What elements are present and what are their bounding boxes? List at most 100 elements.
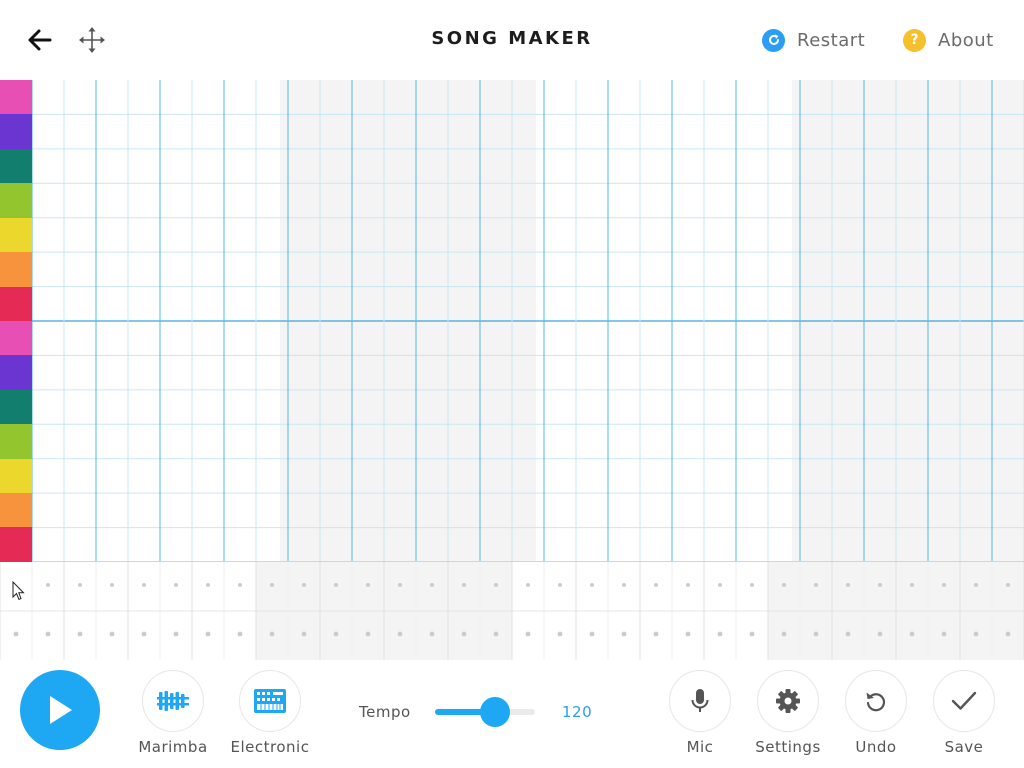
rhythm-dot [813,631,819,637]
note-row-color-12 [0,458,32,494]
rhythm-dot [653,631,659,637]
rhythm-dot [1005,631,1011,637]
rhythm-dot [109,631,115,637]
rhythm-dot [237,631,243,637]
tempo-slider-thumb[interactable] [480,697,510,727]
save-button[interactable]: Save [919,670,1009,756]
rhythm-dot [557,631,563,637]
rhythm-dot [750,583,754,587]
rhythm-dot [590,583,594,587]
rhythm-dot [397,631,403,637]
rhythm-dot [782,583,786,587]
move-button[interactable] [77,25,107,55]
rhythm-dot [974,583,978,587]
back-arrow-icon [28,29,52,51]
rhythm-dot [462,583,466,587]
note-row-color-10 [0,389,32,425]
rhythm-dot [494,583,498,587]
rhythm-dot [589,631,595,637]
about-button[interactable]: ? About [903,27,994,53]
rhythm-dot [206,583,210,587]
play-icon [50,696,72,724]
rhythm-dot [1006,583,1010,587]
rhythm-dot [717,631,723,637]
rhythm-dot [238,583,242,587]
rhythm-dot [173,631,179,637]
mic-icon [691,689,709,712]
rhythm-dot [814,583,818,587]
rhythm-dot [302,583,306,587]
mic-button[interactable]: Mic [655,670,745,756]
marimba-icon [157,691,189,711]
rhythm-dot [142,583,146,587]
rhythm-dot [973,631,979,637]
rhythm-dot [174,583,178,587]
bottom-toolbar: Marimba Electronic Tempo 120 Mic Setting… [0,660,1024,768]
rhythm-dot [558,583,562,587]
rhythm-dot [909,631,915,637]
note-row-color-9 [0,355,32,390]
electronic-keyboard-icon [254,689,286,713]
note-row-color-1 [0,80,32,115]
rhythm-dot [621,631,627,637]
rhythm-dot [781,631,787,637]
rhythm-dot [13,631,19,637]
rhythm-dot [269,631,275,637]
gear-icon [776,689,800,713]
marimba-label: Marimba [138,738,208,756]
restart-label: Restart [797,29,866,51]
header: SONG MAKER Restart ? About [0,0,1024,80]
rhythm-dot [333,631,339,637]
rhythm-dot [270,583,274,587]
page-title: SONG MAKER [431,28,593,49]
note-row-color-8 [0,320,32,356]
restart-button[interactable]: Restart [762,27,865,53]
play-button[interactable] [20,670,100,750]
rhythm-dot [878,583,882,587]
rhythm-dot [78,583,82,587]
rhythm-dot [941,631,947,637]
restart-icon [762,28,785,52]
rhythm-dot [110,583,114,587]
note-row-color-14 [0,527,32,562]
check-icon [951,691,977,710]
rhythm-dot [654,583,658,587]
rhythm-dot [493,631,499,637]
rhythm-dot [45,631,51,637]
note-row-color-5 [0,217,32,253]
rhythm-dot [429,631,435,637]
rhythm-dot [334,583,338,587]
undo-button[interactable]: Undo [831,670,921,756]
help-icon: ? [903,28,926,52]
undo-label: Undo [855,738,897,756]
rhythm-dot [398,583,402,587]
rhythm-dot [525,631,531,637]
rhythm-dot [846,583,850,587]
rhythm-dot [46,583,50,587]
tempo-value: 120 [562,703,593,721]
rhythm-dot [526,583,530,587]
rhythm-dot [622,583,626,587]
mic-label: Mic [686,738,714,756]
electronic-label: Electronic [230,738,310,756]
rhythm-grid[interactable] [0,562,1024,660]
move-arrows-icon [79,27,105,53]
note-row-color-7 [0,286,32,321]
note-color-strip [0,80,32,562]
rhythm-dot [845,631,851,637]
undo-icon [866,692,886,712]
tempo-slider[interactable] [435,697,535,727]
rhythm-dot [461,631,467,637]
rhythm-dot [685,631,691,637]
rhythm-dot [749,631,755,637]
rhythm-dot [205,631,211,637]
note-row-color-11 [0,424,32,459]
rhythm-dot [686,583,690,587]
back-button[interactable] [26,26,54,54]
rhythm-dot [141,631,147,637]
electronic-button[interactable]: Electronic [225,670,315,756]
melody-grid[interactable] [32,80,1024,562]
settings-button[interactable]: Settings [743,670,833,756]
marimba-button[interactable]: Marimba [128,670,218,756]
settings-label: Settings [755,738,821,756]
